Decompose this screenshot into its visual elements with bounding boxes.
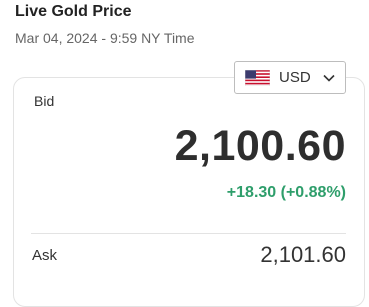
page-title: Live Gold Price [15,3,132,20]
chevron-down-icon [323,74,335,82]
currency-value: USD [279,69,311,86]
price-change: +18.30 (+0.88%) [226,184,346,201]
bid-label: Bid [34,93,55,109]
price-timestamp: Mar 04, 2024 - 9:59 NY Time [15,30,195,46]
ask-price: 2,101.60 [260,242,346,267]
divider [31,233,346,234]
currency-select[interactable]: USD [234,61,346,94]
us-flag-icon [245,69,270,86]
ask-label: Ask [32,247,58,264]
bid-price: 2,100.60 [174,122,346,170]
